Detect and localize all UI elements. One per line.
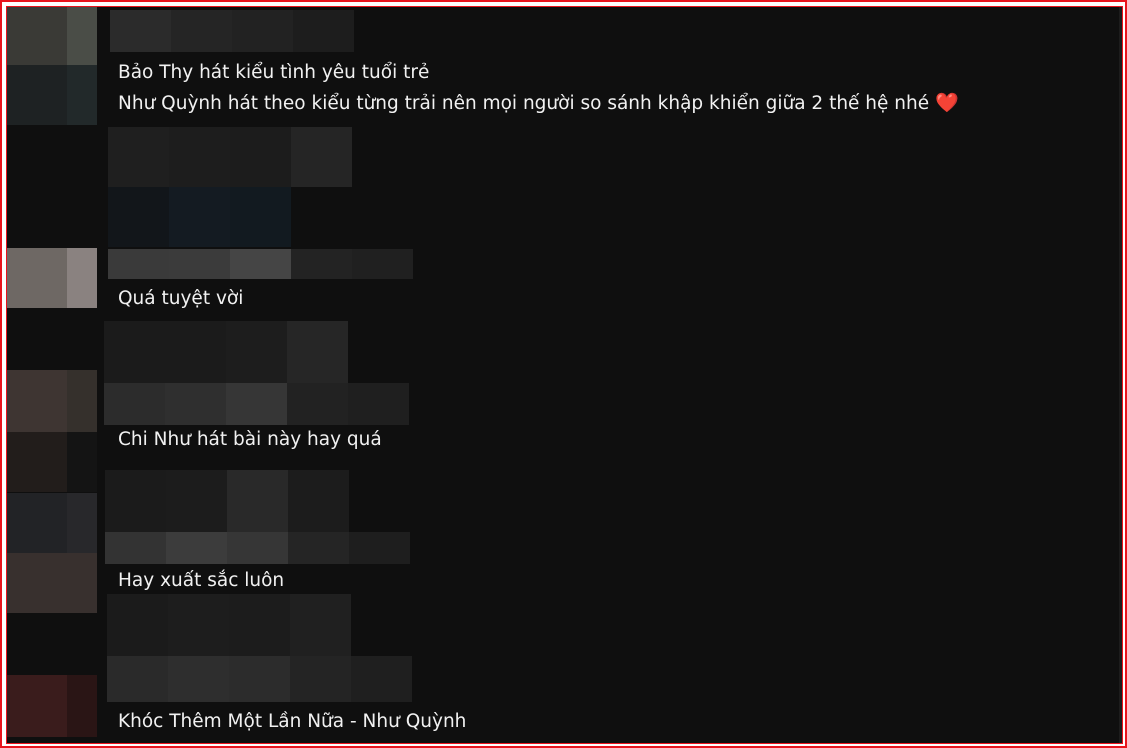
comment-text: Như Quỳnh hát theo kiểu từng trải nên mọ…: [118, 91, 959, 116]
comments-panel: Bảo Thy hát kiểu tình yêu tuổi trẻ Như Q…: [6, 6, 1123, 744]
scrollbar-track[interactable]: [1119, 7, 1122, 743]
comment-text: Bảo Thy hát kiểu tình yêu tuổi trẻ: [118, 62, 430, 83]
comment-text: Quá tuyệt vời: [118, 288, 244, 309]
red-frame-border: Bảo Thy hát kiểu tình yêu tuổi trẻ Như Q…: [0, 0, 1127, 748]
comment-text: Khóc Thêm Một Lần Nữa - Như Quỳnh: [118, 711, 467, 732]
comment-text-line: Như Quỳnh hát theo kiểu từng trải nên mọ…: [118, 93, 930, 114]
comment-text: Hay xuất sắc luôn: [118, 570, 285, 591]
comment-text: Chi Như hát bài này hay quá: [118, 429, 382, 450]
heart-icon: ❤️: [935, 92, 959, 114]
